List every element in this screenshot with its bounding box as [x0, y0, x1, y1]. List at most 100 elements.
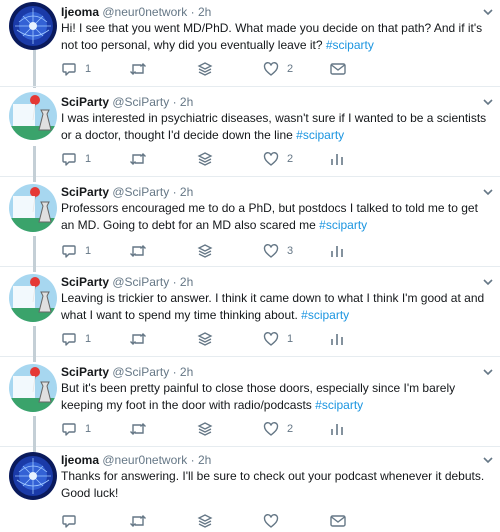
reply-count: 1 — [85, 153, 92, 165]
display-name[interactable]: SciParty — [61, 275, 109, 289]
hashtag-link[interactable]: #sciparty — [315, 398, 363, 412]
display-name[interactable]: Ijeoma — [61, 453, 99, 467]
like-button[interactable] — [263, 512, 279, 530]
divider — [0, 86, 500, 87]
user-handle[interactable]: @SciParty — [112, 185, 169, 199]
like-count: 3 — [287, 245, 294, 257]
reply-button[interactable]: 1 — [61, 242, 91, 260]
like-button[interactable]: 3 — [263, 242, 293, 260]
direct-message-button[interactable] — [329, 512, 347, 530]
reply-button[interactable]: 1 — [61, 330, 91, 348]
reply-button[interactable]: 1 — [61, 60, 91, 78]
separator-dot: · — [172, 275, 177, 289]
analytics-button[interactable] — [329, 242, 345, 260]
layers-button[interactable] — [197, 242, 213, 260]
reply-count: 1 — [85, 423, 92, 435]
avatar[interactable] — [9, 452, 57, 500]
heart-icon — [263, 244, 279, 258]
reply-button[interactable] — [61, 512, 77, 530]
tweet-actions: 1 1 — [61, 330, 481, 348]
tweet[interactable]: Ijeoma @neur0network · 2h Hi! I see that… — [0, 0, 500, 86]
avatar[interactable] — [9, 92, 57, 140]
tweet[interactable]: SciParty @SciParty · 2h But it's been pr… — [0, 358, 500, 444]
avatar[interactable] — [9, 274, 57, 322]
analytics-button[interactable] — [329, 330, 345, 348]
hashtag-link[interactable]: #sciparty — [296, 128, 344, 142]
chevron-down-icon[interactable] — [480, 184, 496, 200]
avatar[interactable] — [9, 184, 57, 232]
hashtag-link[interactable]: #sciparty — [319, 218, 367, 232]
tweet[interactable]: Ijeoma @neur0network · 2h Thanks for ans… — [0, 448, 500, 532]
chevron-down-icon[interactable] — [480, 274, 496, 290]
separator-dot: · — [190, 453, 195, 467]
hashtag-link[interactable]: #sciparty — [301, 308, 349, 322]
like-count: 2 — [287, 63, 294, 75]
chevron-down-icon[interactable] — [480, 94, 496, 110]
retweet-button[interactable] — [129, 150, 147, 168]
layers-button[interactable] — [197, 512, 213, 530]
tweet-actions: 1 2 — [61, 150, 481, 168]
timestamp[interactable]: 2h — [180, 95, 193, 109]
analytics-button[interactable] — [329, 150, 345, 168]
retweet-button[interactable] — [129, 242, 147, 260]
heart-icon — [263, 514, 279, 528]
separator-dot: · — [172, 95, 177, 109]
display-name[interactable]: Ijeoma — [61, 5, 99, 19]
separator-dot: · — [190, 5, 195, 19]
divider — [0, 446, 500, 447]
layers-icon — [197, 514, 213, 528]
layers-button[interactable] — [197, 60, 213, 78]
timestamp[interactable]: 2h — [198, 5, 211, 19]
tweet-body: Leaving is trickier to answer. I think i… — [61, 291, 485, 322]
retweet-button[interactable] — [129, 420, 147, 438]
reply-button[interactable]: 1 — [61, 420, 91, 438]
chevron-down-icon[interactable] — [480, 452, 496, 468]
analytics-button[interactable] — [329, 420, 345, 438]
heart-icon — [263, 332, 279, 346]
like-button[interactable]: 2 — [263, 150, 293, 168]
timestamp[interactable]: 2h — [180, 275, 193, 289]
layers-button[interactable] — [197, 330, 213, 348]
timestamp[interactable]: 2h — [180, 365, 193, 379]
layers-button[interactable] — [197, 420, 213, 438]
retweet-button[interactable] — [129, 330, 147, 348]
chevron-down-icon[interactable] — [480, 364, 496, 380]
thread-line — [33, 146, 36, 182]
reply-icon — [62, 153, 76, 166]
avatar[interactable] — [9, 2, 57, 50]
reply-button[interactable]: 1 — [61, 150, 91, 168]
tweet-text: Professors encouraged me to do a PhD, bu… — [61, 200, 491, 234]
tweet[interactable]: SciParty @SciParty · 2h I was interested… — [0, 88, 500, 174]
chevron-down-icon[interactable] — [480, 4, 496, 20]
avatar[interactable] — [9, 364, 57, 412]
thread-line — [33, 416, 36, 452]
display-name[interactable]: SciParty — [61, 95, 109, 109]
tweet-text: Hi! I see that you went MD/PhD. What mad… — [61, 20, 491, 54]
timestamp[interactable]: 2h — [198, 453, 211, 467]
layers-icon — [197, 244, 213, 258]
divider — [0, 356, 500, 357]
retweet-button[interactable] — [129, 60, 147, 78]
reply-count: 1 — [85, 245, 92, 257]
user-handle[interactable]: @SciParty — [112, 275, 169, 289]
display-name[interactable]: SciParty — [61, 185, 109, 199]
like-button[interactable]: 2 — [263, 60, 293, 78]
timestamp[interactable]: 2h — [180, 185, 193, 199]
user-handle[interactable]: @SciParty — [112, 365, 169, 379]
user-handle[interactable]: @neur0network — [102, 453, 187, 467]
user-handle[interactable]: @SciParty — [112, 95, 169, 109]
like-button[interactable]: 1 — [263, 330, 293, 348]
display-name[interactable]: SciParty — [61, 365, 109, 379]
layers-button[interactable] — [197, 150, 213, 168]
like-button[interactable]: 2 — [263, 420, 293, 438]
retweet-icon — [130, 333, 146, 345]
tweet[interactable]: SciParty @SciParty · 2h Leaving is trick… — [0, 268, 500, 354]
hashtag-link[interactable]: #sciparty — [326, 38, 374, 52]
tweet[interactable]: SciParty @SciParty · 2h Professors encou… — [0, 178, 500, 264]
direct-message-button[interactable] — [329, 60, 347, 78]
tweet-actions: 1 2 — [61, 420, 481, 438]
retweet-button[interactable] — [129, 512, 147, 530]
tweet-body: I was interested in psychiatric diseases… — [61, 111, 487, 142]
stats-icon — [331, 154, 343, 165]
user-handle[interactable]: @neur0network — [102, 5, 187, 19]
